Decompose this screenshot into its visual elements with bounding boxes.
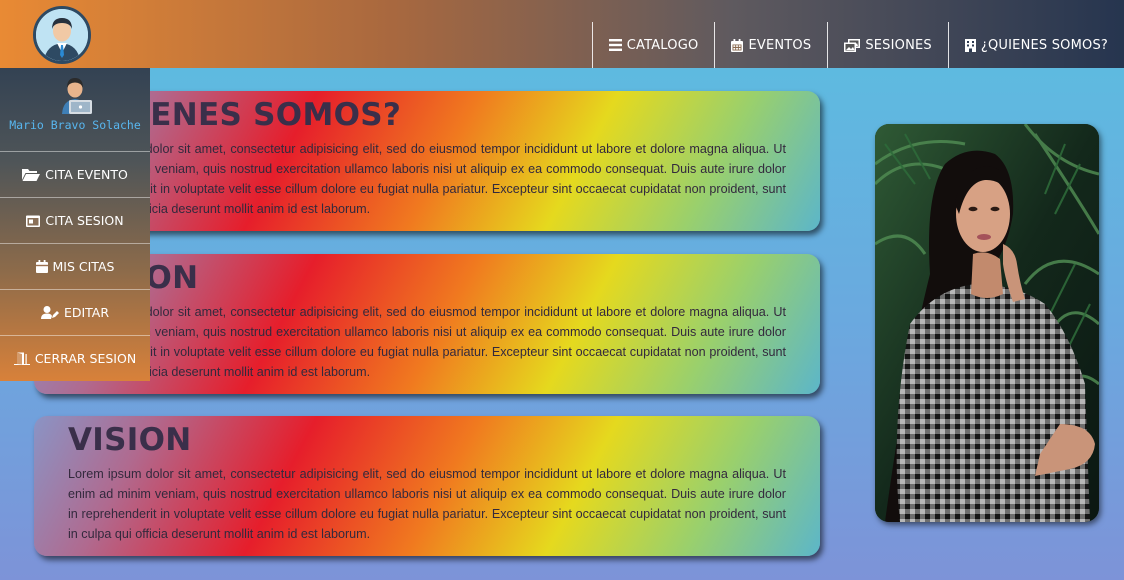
card-text: Lorem ipsum dolor sit amet, consectetur … — [68, 305, 786, 379]
menu-editar-label: EDITAR — [63, 305, 110, 320]
card-mision: MISION Lorem ipsum dolor sit amet, conse… — [34, 254, 820, 394]
menu-cita-evento[interactable]: CITA EVENTO — [0, 151, 150, 197]
bars-icon — [608, 39, 622, 51]
photos-icon — [844, 38, 861, 52]
nav-catalogo[interactable]: CATALOGO — [591, 22, 715, 68]
menu-editar[interactable]: EDITAR — [0, 289, 150, 335]
user-side-menu: Mario Bravo Solache CITA EVENTO CITA SES… — [0, 68, 150, 381]
menu-cita-sesion-label: CITA SESION — [45, 213, 124, 228]
menu-mis-citas[interactable]: MIS CITAS — [0, 243, 150, 289]
nav-catalogo-label: CATALOGO — [626, 37, 699, 53]
nav-eventos-label: EVENTOS — [748, 37, 812, 53]
menu-cerrar-sesion-label: CERRAR SESION — [34, 351, 137, 366]
calendar-icon — [35, 260, 48, 273]
card-text: Lorem ipsum dolor sit amet, consectetur … — [68, 467, 786, 541]
card-text: Lorem ipsum dolor sit amet, consectetur … — [68, 142, 786, 216]
user-profile: Mario Bravo Solache — [0, 68, 150, 151]
calendar-icon — [731, 38, 744, 52]
calendar-day-icon — [26, 215, 41, 227]
nav-sesiones-label: SESIONES — [865, 37, 932, 53]
main-nav: CATALOGO EVENTOS SESIONES ¿QUIENES SOMOS… — [591, 22, 1124, 68]
user-name: Mario Bravo Solache — [9, 118, 141, 132]
model-photo — [875, 124, 1099, 522]
menu-cerrar-sesion[interactable]: CERRAR SESION — [0, 335, 150, 381]
user-at-laptop-icon — [62, 78, 92, 114]
user-edit-icon — [40, 306, 59, 319]
logo-avatar-icon[interactable] — [33, 6, 91, 64]
card-quienes-somos: ¿QUIENES SOMOS? Lorem ipsum dolor sit am… — [34, 91, 820, 231]
building-icon — [964, 38, 976, 52]
nav-quienes-somos[interactable]: ¿QUIENES SOMOS? — [947, 22, 1124, 68]
menu-cita-sesion[interactable]: CITA SESION — [0, 197, 150, 243]
door-exit-icon — [13, 352, 30, 365]
folder-open-icon — [22, 169, 41, 181]
card-vision: VISION Lorem ipsum dolor sit amet, conse… — [34, 416, 820, 556]
nav-sesiones[interactable]: SESIONES — [827, 22, 948, 68]
top-navbar: CATALOGO EVENTOS SESIONES ¿QUIENES SOMOS… — [0, 0, 1124, 68]
nav-eventos[interactable]: EVENTOS — [714, 22, 827, 68]
menu-mis-citas-label: MIS CITAS — [52, 259, 115, 274]
nav-quienes-somos-label: ¿QUIENES SOMOS? — [980, 37, 1108, 53]
menu-cita-evento-label: CITA EVENTO — [45, 167, 128, 182]
card-title: VISION — [68, 422, 192, 458]
